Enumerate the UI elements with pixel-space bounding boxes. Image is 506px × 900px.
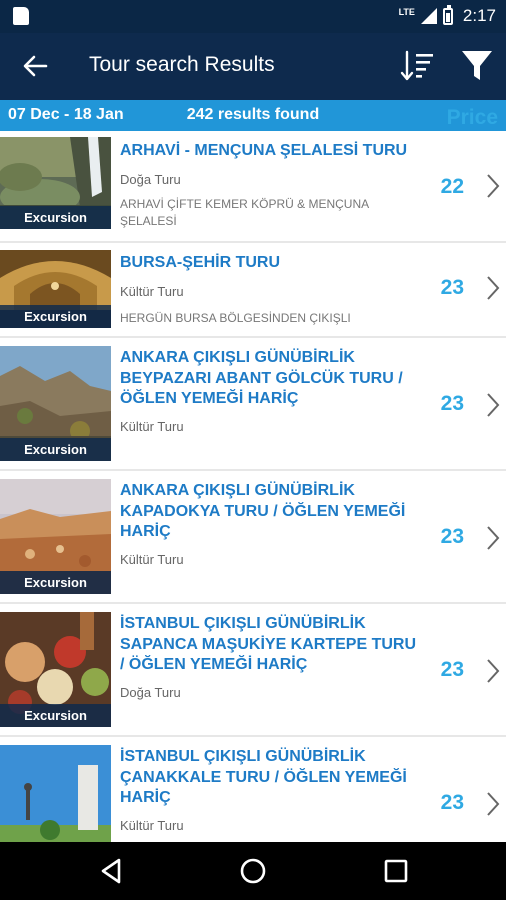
filter-icon[interactable]	[461, 49, 493, 83]
tour-list-item[interactable]: İSTANBUL ÇIKIŞLI GÜNÜBİRLİK ÇANAKKALE TU…	[0, 737, 506, 842]
search-summary-bar: 07 Dec - 18 Jan 242 results found Price …	[0, 100, 506, 153]
chevron-right-icon[interactable]	[486, 392, 500, 418]
recents-square-icon[interactable]	[381, 856, 411, 886]
tour-thumbnail: Excursion	[0, 479, 111, 594]
clock: 2:17	[462, 6, 496, 25]
excursion-badge: Excursion	[0, 438, 111, 461]
battery-icon	[442, 4, 453, 25]
tour-category: Doğa Turu	[120, 172, 181, 187]
chevron-right-icon[interactable]	[486, 658, 500, 684]
network-type: LTE	[398, 7, 415, 17]
home-circle-icon[interactable]	[238, 856, 268, 886]
tour-thumbnail: Excursion	[0, 346, 111, 461]
tour-thumbnail: Excursion	[0, 137, 111, 229]
tour-list-item[interactable]: Excursion ANKARA ÇIKIŞLI GÜNÜBİRLİK KAPA…	[0, 471, 506, 602]
tour-name: ANKARA ÇIKIŞLI GÜNÜBİRLİK KAPADOKYA TURU…	[120, 482, 406, 540]
tour-price: 23	[440, 392, 464, 415]
tour-category: Kültür Turu	[120, 552, 184, 567]
tour-thumbnail: Excursion	[0, 250, 111, 328]
back-arrow-icon[interactable]	[22, 53, 48, 79]
tour-name: İSTANBUL ÇIKIŞLI GÜNÜBİRLİK ÇANAKKALE TU…	[120, 748, 407, 806]
tour-list-item[interactable]: Excursion İSTANBUL ÇIKIŞLI GÜNÜBİRLİK SA…	[0, 604, 506, 735]
tour-name: ANKARA ÇIKIŞLI GÜNÜBİRLİK BEYPAZARI ABAN…	[120, 349, 403, 407]
system-nav-bar	[0, 842, 506, 900]
back-triangle-icon[interactable]	[97, 856, 127, 886]
tour-thumbnail	[0, 745, 111, 842]
tour-description: HERGÜN BURSA BÖLGESİNDEN ÇIKIŞLI	[120, 311, 351, 325]
results-count: 242 results found	[186, 106, 320, 123]
tour-name: İSTANBUL ÇIKIŞLI GÜNÜBİRLİK SAPANCA MAŞU…	[120, 615, 417, 673]
app-bar: Tour search Results	[0, 33, 506, 100]
tour-list-item[interactable]: Excursion ARHAVİ - MENÇUNA ŞELALESİ TURU…	[0, 131, 506, 241]
tour-category: Kültür Turu	[120, 419, 184, 434]
tour-category: Kültür Turu	[120, 818, 184, 833]
chevron-right-icon[interactable]	[486, 525, 500, 551]
tour-name: ARHAVİ - MENÇUNA ŞELALESİ TURU	[120, 142, 408, 159]
page-title: Tour search Results	[89, 53, 275, 76]
tour-category: Kültür Turu	[120, 284, 184, 299]
tour-description: ARHAVİ ÇİFTE KEMER KÖPRÜ & MENÇUNA ŞELAL…	[120, 197, 369, 228]
chevron-right-icon[interactable]	[486, 791, 500, 817]
signal-icon	[420, 8, 437, 24]
sd-card-icon	[13, 7, 29, 25]
tour-price: 23	[440, 276, 464, 299]
tour-list[interactable]: Excursion ARHAVİ - MENÇUNA ŞELALESİ TURU…	[0, 131, 506, 842]
tour-thumbnail: Excursion	[0, 612, 111, 727]
tour-price: 23	[440, 658, 464, 681]
chevron-right-icon[interactable]	[486, 173, 500, 199]
tour-price: 23	[440, 791, 464, 814]
excursion-badge: Excursion	[0, 206, 111, 229]
sort-icon[interactable]	[400, 49, 436, 83]
tour-price: 22	[440, 175, 464, 198]
tour-list-item[interactable]: Excursion BURSA-ŞEHİR TURU Kültür Turu H…	[0, 243, 506, 336]
tour-name: BURSA-ŞEHİR TURU	[120, 254, 280, 271]
chevron-right-icon[interactable]	[486, 275, 500, 301]
status-bar: LTE 2:17	[0, 0, 506, 33]
excursion-badge: Excursion	[0, 571, 111, 594]
tour-list-item[interactable]: Excursion ANKARA ÇIKIŞLI GÜNÜBİRLİK BEYP…	[0, 338, 506, 469]
tour-price: 23	[440, 525, 464, 548]
tour-category: Doğa Turu	[120, 685, 181, 700]
excursion-badge: Excursion	[0, 704, 111, 727]
excursion-badge: Excursion	[0, 305, 111, 328]
